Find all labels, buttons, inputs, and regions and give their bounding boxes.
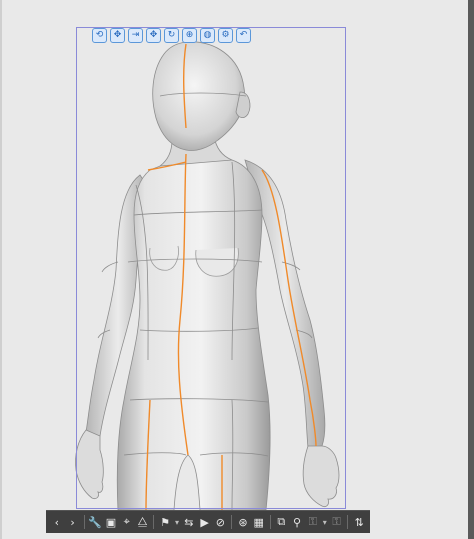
- layer-settings-icon[interactable]: ⇅: [352, 514, 366, 530]
- chevron-down-icon[interactable]: ▾: [174, 518, 180, 527]
- restore-pose-icon[interactable]: ⊛: [236, 514, 250, 530]
- fix-joint-icon[interactable]: ⚲: [290, 514, 304, 530]
- object-rotate-xy-icon[interactable]: ⊕: [182, 27, 197, 43]
- object-rotate-icon[interactable]: ↻: [164, 27, 179, 43]
- undo-icon[interactable]: ↶: [236, 27, 251, 43]
- previous-object-icon[interactable]: ‹: [50, 514, 64, 530]
- focus-object-icon[interactable]: ⌖: [120, 514, 134, 530]
- ground-icon[interactable]: ⧋: [136, 514, 150, 530]
- torso: [116, 155, 271, 511]
- camera-angle-icon[interactable]: ▣: [104, 514, 118, 530]
- lock-icon[interactable]: ⚿: [306, 514, 320, 530]
- next-object-icon[interactable]: ›: [66, 514, 80, 530]
- camera-move-icon[interactable]: ✥: [110, 27, 125, 43]
- unlock-icon[interactable]: ⚿: [330, 514, 344, 530]
- object-move-icon[interactable]: ✥: [146, 27, 161, 43]
- camera-dolly-icon[interactable]: ⇥: [128, 27, 143, 43]
- toolbar-separator: [83, 515, 85, 529]
- object-launcher: ⟲ ✥ ⇥ ✥ ↻ ⊕ ◍ ⚙ ↶: [92, 27, 251, 43]
- canvas-viewport[interactable]: ⟲ ✥ ⇥ ✥ ↻ ⊕ ◍ ⚙ ↶ ‹ › 🔧 ▣ ⌖ ⧋ ⚑ ▾ ⇆ ▶ ⊘ ⊛ ▦ ⧉ ⚲ ⚿ ▾ ⚿ ⇅: [0, 0, 474, 539]
- left-hand: [75, 429, 104, 500]
- toolbar-separator: [153, 515, 155, 529]
- camera-rotate-icon[interactable]: ⟲: [92, 27, 107, 43]
- toolbar-separator: [269, 515, 271, 529]
- 3d-object-toolbar: ‹ › 🔧 ▣ ⌖ ⧋ ⚑ ▾ ⇆ ▶ ⊘ ⊛ ▦ ⧉ ⚲ ⚿ ▾ ⚿ ⇅: [46, 510, 370, 533]
- head: [152, 41, 246, 151]
- pose-flip-icon[interactable]: ⇆: [182, 514, 196, 530]
- right-hand: [302, 445, 340, 507]
- play-motion-icon[interactable]: ▶: [198, 514, 212, 530]
- toolbar-separator: [347, 515, 349, 529]
- chevron-down-icon[interactable]: ▾: [322, 518, 328, 527]
- pose-icon[interactable]: ⚑: [158, 514, 172, 530]
- body-shape-icon[interactable]: ⧉: [274, 514, 288, 530]
- lock-joint-icon[interactable]: ⊘: [213, 514, 227, 530]
- right-panel-edge: [468, 0, 474, 539]
- 3d-drawing-figure-area[interactable]: [0, 0, 474, 539]
- toolbar-separator: [231, 515, 233, 529]
- wrench-settings-icon[interactable]: 🔧: [88, 514, 102, 530]
- grid-icon[interactable]: ▦: [252, 514, 266, 530]
- object-scale-icon[interactable]: ◍: [200, 27, 215, 43]
- 3d-drawing-figure[interactable]: [0, 0, 474, 539]
- gear-icon[interactable]: ⚙: [218, 27, 233, 43]
